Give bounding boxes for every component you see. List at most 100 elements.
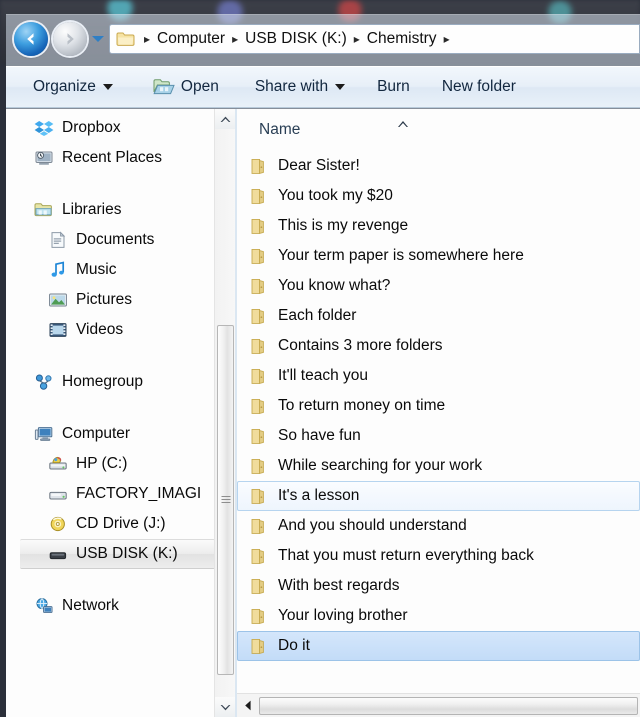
sort-ascending-icon	[397, 115, 409, 123]
file-row[interactable]: It's a lesson	[237, 481, 640, 511]
file-row[interactable]: You took my $20	[237, 181, 640, 211]
folder-icon	[250, 428, 270, 445]
sidebar-item-videos[interactable]: Videos	[6, 315, 215, 345]
folder-icon	[250, 248, 270, 265]
sidebar-item-dropbox[interactable]: Dropbox	[6, 113, 215, 143]
sidebar-spacer	[6, 173, 215, 195]
file-list: Dear Sister! You took my $20This is my re…	[237, 151, 640, 679]
sidebar-item-label: Videos	[76, 321, 123, 339]
open-button[interactable]: Open	[144, 72, 228, 102]
share-with-button[interactable]: Share with	[246, 72, 354, 102]
sidebar-item-network[interactable]: Network	[6, 591, 215, 621]
breadcrumb-separator: ▸	[349, 32, 365, 46]
caret-up-icon	[220, 116, 231, 123]
sidebar-item-computer[interactable]: Computer	[6, 419, 215, 449]
organize-label: Organize	[33, 78, 96, 96]
file-row[interactable]: And you should understand	[237, 511, 640, 541]
folder-icon	[250, 638, 270, 655]
videos-icon	[48, 321, 68, 339]
column-header-name[interactable]: Name	[259, 121, 300, 139]
file-row[interactable]: It'll teach you	[237, 361, 640, 391]
sidebar-item-usb-disk-k[interactable]: USB DISK (K:)	[20, 539, 215, 569]
sidebar-item-libraries[interactable]: Libraries	[6, 195, 215, 225]
file-name-label: So have fun	[278, 427, 361, 445]
file-name-label: Each folder	[278, 307, 356, 325]
scroll-down-button[interactable]	[215, 697, 236, 717]
file-row[interactable]: Do it	[237, 631, 640, 661]
file-row[interactable]: While searching for your work	[237, 451, 640, 481]
folder-icon	[250, 548, 270, 565]
burn-label: Burn	[377, 78, 410, 96]
sidebar-spacer	[6, 397, 215, 419]
breadcrumb-item-chemistry[interactable]: Chemistry	[365, 30, 439, 48]
sidebar-item-factory-imagi[interactable]: FACTORY_IMAGI	[6, 479, 215, 509]
caret-left-icon	[244, 700, 252, 711]
sidebar-item-label: Dropbox	[62, 119, 121, 137]
file-row[interactable]: So have fun	[237, 421, 640, 451]
address-bar: ▸ Computer ▸ USB DISK (K:) ▸ Chemistry ▸	[0, 16, 640, 62]
explorer-window: ▸ Computer ▸ USB DISK (K:) ▸ Chemistry ▸…	[0, 0, 640, 717]
breadcrumb-bar[interactable]: ▸ Computer ▸ USB DISK (K:) ▸ Chemistry ▸	[109, 24, 640, 54]
sidebar-item-homegroup[interactable]: Homegroup	[6, 367, 215, 397]
share-with-label: Share with	[255, 78, 328, 96]
sidebar-scroll-thumb[interactable]	[217, 325, 234, 675]
back-button[interactable]	[14, 22, 48, 56]
sidebar-item-label: Computer	[62, 425, 130, 443]
folder-icon	[250, 368, 270, 385]
file-row[interactable]: Your term paper is somewhere here	[237, 241, 640, 271]
file-name-label: Dear Sister!	[278, 157, 360, 175]
sidebar-item-hp-c[interactable]: HP (C:)	[6, 449, 215, 479]
file-name-label: It'll teach you	[278, 367, 368, 385]
breadcrumb-item-computer[interactable]: Computer	[155, 30, 227, 48]
folder-icon	[250, 308, 270, 325]
homegroup-icon	[34, 373, 54, 391]
file-row[interactable]: Each folder	[237, 301, 640, 331]
forward-button[interactable]	[53, 22, 87, 56]
usb-drive-icon	[48, 545, 68, 563]
folder-icon	[250, 518, 270, 535]
file-row[interactable]: With best regards	[237, 571, 640, 601]
sidebar-item-music[interactable]: Music	[6, 255, 215, 285]
file-name-label: Your term paper is somewhere here	[278, 247, 524, 265]
file-row[interactable]: Dear Sister!	[237, 151, 640, 181]
sidebar-item-recent-places[interactable]: Recent Places	[6, 143, 215, 173]
chevron-down-icon	[91, 34, 105, 44]
sidebar-item-cd-drive-j[interactable]: CD Drive (J:)	[6, 509, 215, 539]
horizontal-scroll-thumb[interactable]	[259, 697, 638, 715]
folder-icon	[250, 488, 270, 505]
folder-icon	[250, 278, 270, 295]
sidebar-item-pictures[interactable]: Pictures	[6, 285, 215, 315]
file-row[interactable]: Contains 3 more folders	[237, 331, 640, 361]
file-row[interactable]: Your loving brother	[237, 601, 640, 631]
sidebar-item-label: Homegroup	[62, 373, 143, 391]
navigation-tree: Dropbox Recent Places LibrariesDocuments Mu…	[6, 109, 215, 717]
sidebar-spacer	[6, 345, 215, 367]
scroll-left-button[interactable]	[237, 695, 259, 717]
breadcrumb-item-usb-disk[interactable]: USB DISK (K:)	[243, 30, 349, 48]
folder-icon	[250, 218, 270, 235]
file-row[interactable]: This is my revenge	[237, 211, 640, 241]
sidebar-item-label: Pictures	[76, 291, 132, 309]
file-row[interactable]: To return money on time	[237, 391, 640, 421]
new-folder-button[interactable]: New folder	[433, 72, 525, 102]
sidebar-vertical-scrollbar[interactable]	[214, 109, 235, 717]
sidebar-item-label: Music	[76, 261, 116, 279]
network-icon	[34, 597, 54, 615]
sidebar-item-label: FACTORY_IMAGI	[76, 485, 201, 503]
file-row[interactable]: You know what?	[237, 271, 640, 301]
new-folder-label: New folder	[442, 78, 516, 96]
history-dropdown-button[interactable]	[90, 22, 106, 56]
harddrive-icon	[48, 455, 68, 473]
sidebar-item-label: HP (C:)	[76, 455, 127, 473]
sidebar-item-documents[interactable]: Documents	[6, 225, 215, 255]
open-folder-icon	[153, 78, 175, 96]
file-row[interactable]: That you must return everything back	[237, 541, 640, 571]
breadcrumb-separator[interactable]: ▸	[439, 32, 455, 46]
file-name-label: Do it	[278, 637, 310, 655]
content-area: Dropbox Recent Places LibrariesDocuments Mu…	[6, 109, 640, 717]
scroll-up-button[interactable]	[215, 109, 236, 129]
sidebar-item-label: Network	[62, 597, 119, 615]
file-list-horizontal-scrollbar[interactable]	[237, 693, 640, 717]
organize-button[interactable]: Organize	[24, 72, 122, 102]
burn-button[interactable]: Burn	[368, 72, 419, 102]
